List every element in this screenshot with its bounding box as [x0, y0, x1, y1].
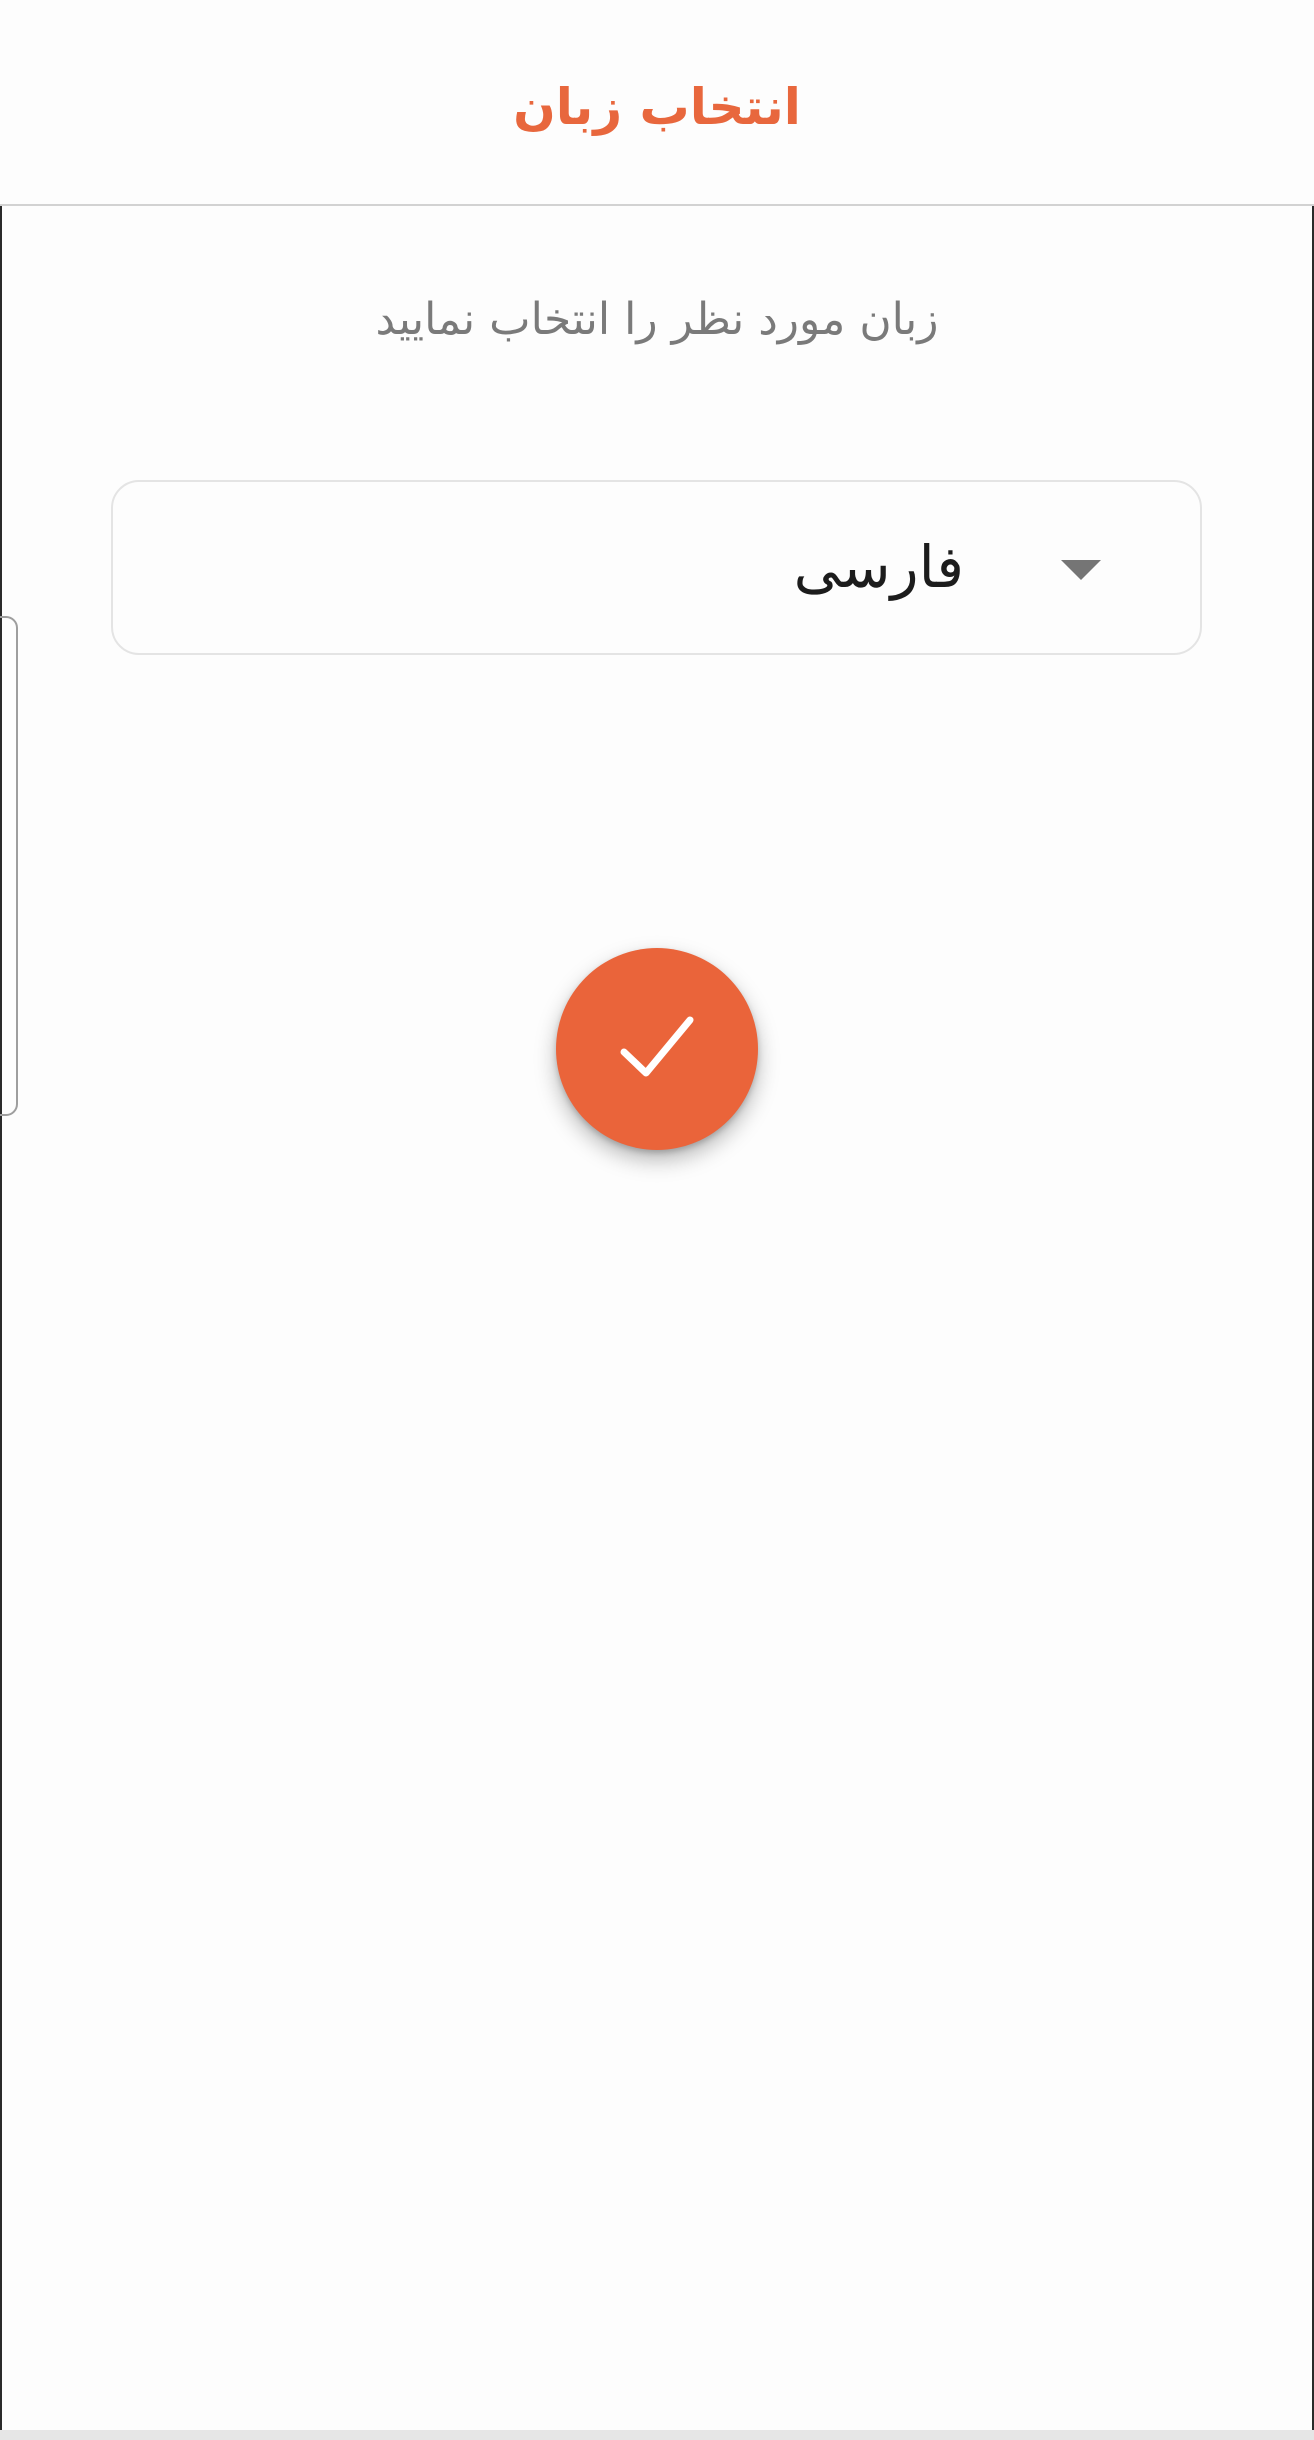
- selected-language: فارسی: [793, 533, 964, 601]
- language-select[interactable]: فارسی: [111, 480, 1202, 655]
- side-drawer-handle[interactable]: [0, 616, 18, 1116]
- confirm-button[interactable]: [556, 948, 758, 1150]
- dropdown-caret-icon: [1061, 560, 1101, 580]
- app-header: انتخاب زبان: [0, 0, 1314, 206]
- instruction-text: زبان مورد نظر را انتخاب نمایید: [375, 294, 939, 345]
- bottom-edge: [0, 2430, 1314, 2440]
- page-title: انتخاب زبان: [513, 78, 801, 136]
- checkmark-icon: [620, 1016, 694, 1077]
- app-frame: [0, 0, 1314, 2440]
